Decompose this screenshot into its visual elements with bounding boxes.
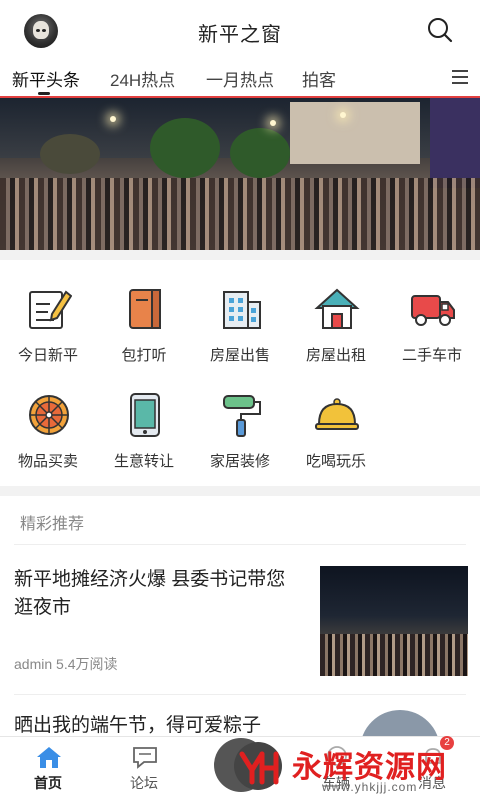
grid-item-label: 家居装修: [209, 453, 270, 470]
divider: [14, 694, 466, 695]
banner-crowd: [0, 178, 480, 250]
paint-roller-icon: [223, 395, 261, 437]
grid-item-today[interactable]: 今日新平: [0, 260, 96, 364]
category-tabs: 新平头条 24H热点 一月热点 拍客: [0, 60, 480, 96]
grid-item-label: 二手车市: [401, 347, 462, 364]
section-gap: [0, 486, 480, 496]
nav-label: 首页: [34, 775, 62, 791]
thumbnail-crowd: [320, 634, 468, 676]
notepad-pencil-icon: [29, 290, 72, 329]
grid-item-business-transfer[interactable]: 生意转让: [96, 366, 192, 470]
banner-image[interactable]: [0, 98, 480, 250]
banner-building-right: [430, 98, 480, 188]
recommend-section: 精彩推荐 新平地摊经济火爆 县委书记带您逛夜市 admin 5.4万阅读 晒出我…: [0, 496, 480, 750]
article-title[interactable]: 晒出我的端午节，得可爱粽子: [14, 710, 334, 737]
page-title: 新平之窗: [198, 24, 282, 46]
menu-icon[interactable]: [452, 70, 468, 84]
book-icon: [129, 289, 161, 329]
house-icon: [314, 288, 360, 329]
nav-forum[interactable]: 论坛: [104, 737, 184, 800]
grid-item-label: 房屋出租: [305, 347, 366, 364]
grid-item-house-rent[interactable]: 房屋出租: [288, 260, 384, 364]
service-grid: 今日新平 包打听 房屋出售 房屋出租 二手车市 物品买卖 生意转让 家居装修 吃…: [0, 260, 480, 486]
grid-item-trade[interactable]: 物品买卖: [0, 366, 96, 470]
chat-icon: [133, 747, 157, 769]
banner-light: [110, 116, 116, 122]
banner-building: [290, 102, 420, 164]
article-meta: admin 5.4万阅读: [14, 654, 118, 674]
grid-item-used-car[interactable]: 二手车市: [384, 260, 480, 364]
tab-headlines[interactable]: 新平头条: [12, 66, 80, 91]
tablet-icon: [130, 393, 160, 437]
wheel-icon: [29, 395, 69, 435]
watermark-logo-icon: [234, 742, 282, 790]
grid-item-label: 物品买卖: [17, 453, 78, 470]
food-dome-icon: [315, 398, 359, 430]
article-reads: 5.4万阅读: [56, 656, 118, 672]
nav-home[interactable]: 首页: [8, 737, 88, 800]
grid-item-label: 吃喝玩乐: [305, 453, 366, 470]
banner-tree: [230, 128, 290, 178]
banner-light: [340, 112, 346, 118]
grid-item-label: 今日新平: [17, 347, 78, 364]
truck-icon: [411, 295, 455, 326]
grid-item-home-decor[interactable]: 家居装修: [192, 366, 288, 470]
divider: [14, 544, 466, 545]
banner-light: [270, 120, 276, 126]
section-gap: [0, 250, 480, 260]
grid-item-house-sale[interactable]: 房屋出售: [192, 260, 288, 364]
article-title[interactable]: 新平地摊经济火爆 县委书记带您逛夜市: [14, 566, 304, 622]
active-tab-indicator: [38, 92, 50, 95]
section-title: 精彩推荐: [20, 516, 85, 533]
grid-item-food-fun[interactable]: 吃喝玩乐: [288, 366, 384, 470]
watermark-url: www.yhkjjj.com: [322, 780, 418, 794]
grid-item-inquiry[interactable]: 包打听: [96, 260, 192, 364]
app-header: 新平之窗: [0, 0, 480, 60]
article-author: admin: [14, 656, 53, 672]
tab-month-hot[interactable]: 一月热点: [206, 66, 274, 91]
tab-24h-hot[interactable]: 24H热点: [110, 66, 175, 91]
nav-label: 论坛: [130, 775, 158, 791]
banner-tree: [40, 134, 100, 174]
tab-photo[interactable]: 拍客: [302, 66, 336, 91]
grid-item-label: 包打听: [121, 347, 167, 364]
grid-item-label: 生意转让: [113, 453, 174, 470]
building-icon: [223, 291, 261, 329]
banner-tree: [150, 118, 220, 178]
article-thumbnail[interactable]: [320, 566, 468, 676]
watermark: 永辉资源网 www.yhkjjj.com: [230, 740, 480, 800]
grid-item-label: 房屋出售: [209, 347, 270, 364]
home-icon: [37, 747, 61, 768]
search-icon[interactable]: [426, 16, 454, 44]
